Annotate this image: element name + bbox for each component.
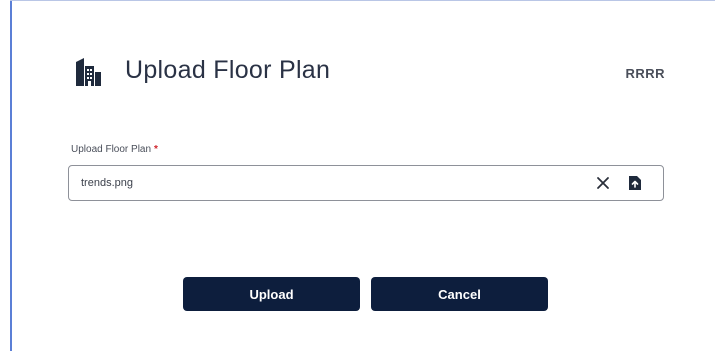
- file-save-icon[interactable]: [627, 175, 643, 191]
- cancel-button[interactable]: Cancel: [371, 277, 548, 311]
- floor-plan-file-input[interactable]: trends.png: [68, 165, 664, 201]
- selected-file-name: trends.png: [81, 177, 133, 189]
- upload-floor-plan-dialog: Upload Floor Plan RRRR Upload Floor Plan…: [12, 1, 715, 351]
- dialog-title: Upload Floor Plan: [125, 56, 331, 84]
- app-window: Upload Floor Plan RRRR Upload Floor Plan…: [0, 0, 715, 351]
- building-icon: [74, 56, 102, 88]
- required-marker: *: [154, 144, 158, 155]
- close-icon[interactable]: [595, 175, 611, 191]
- upload-field-label-text: Upload Floor Plan: [71, 144, 152, 155]
- header-user-code: RRRR: [625, 66, 665, 81]
- upload-button[interactable]: Upload: [183, 277, 360, 311]
- upload-field-label: Upload Floor Plan *: [71, 144, 158, 155]
